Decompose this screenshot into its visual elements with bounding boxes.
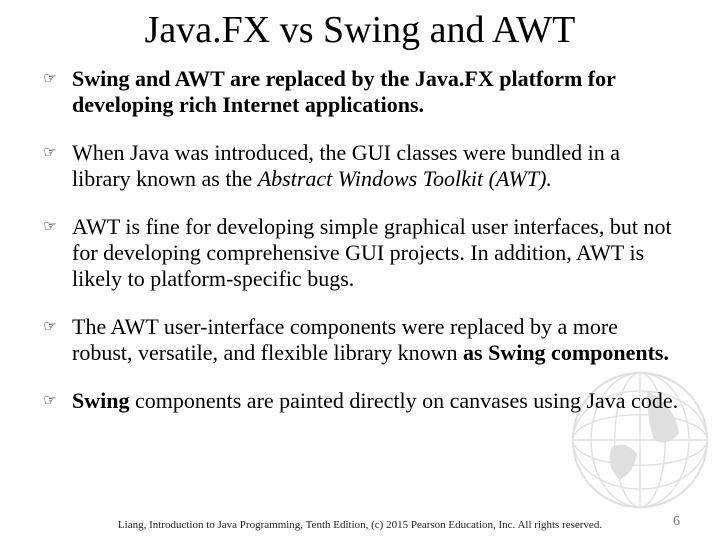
bullet-text: AWT is fine for developing simple graphi… (72, 214, 680, 292)
bullet-item: ☞ AWT is fine for developing simple graph… (40, 214, 680, 292)
pointing-hand-icon: ☞ (40, 145, 60, 163)
bullet-item: ☞ The AWT user-interface components were … (40, 314, 680, 366)
pointing-hand-icon: ☞ (40, 393, 60, 411)
bullet-item: ☞ When Java was introduced, the GUI class… (40, 140, 680, 192)
bullet-text: The AWT user-interface components were r… (72, 314, 680, 366)
bullet-text: Swing components are painted directly on… (72, 388, 680, 414)
bullet-item: ☞ Swing and AWT are replaced by the Java.… (40, 66, 680, 118)
bullet-text: Swing and AWT are replaced by the Java.F… (72, 66, 680, 118)
bullet-text: When Java was introduced, the GUI classe… (72, 140, 680, 192)
bullet-list: ☞ Swing and AWT are replaced by the Java.… (40, 66, 680, 414)
pointing-hand-icon: ☞ (40, 319, 60, 337)
pointing-hand-icon: ☞ (40, 219, 60, 237)
page-number: 6 (673, 514, 680, 530)
pointing-hand-icon: ☞ (40, 71, 60, 89)
bullet-item: ☞ Swing components are painted directly o… (40, 388, 680, 414)
footer-text: Liang, Introduction to Java Programming,… (0, 519, 720, 532)
slide-title: Java.FX vs Swing and AWT (40, 8, 680, 52)
